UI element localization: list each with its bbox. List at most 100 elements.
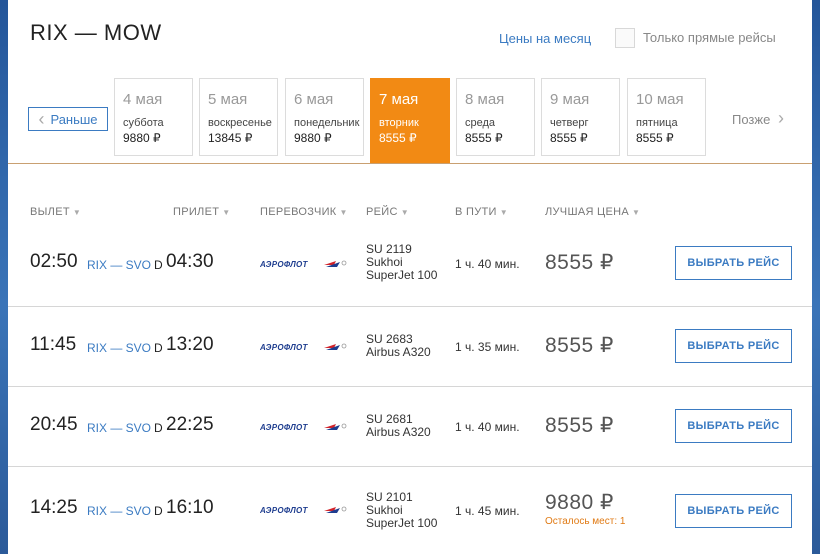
terminal-label: D	[154, 421, 163, 435]
flight-duration: 1 ч. 35 мин.	[455, 340, 520, 354]
caret-down-icon: ▼	[339, 208, 348, 217]
date-card-price: 9880 ₽	[294, 131, 332, 145]
aeroflot-logo: АЭРОФЛОТ	[260, 423, 347, 432]
date-card-date: 4 мая	[123, 91, 163, 108]
aircraft-line-2: SuperJet 100	[366, 268, 438, 282]
search-results-panel: RIX — MOW Цены на месяц Только прямые ре…	[8, 0, 812, 554]
aircraft-line-1: Airbus A320	[366, 345, 431, 359]
earlier-button[interactable]: ‹ Раньше	[28, 107, 108, 131]
aeroflot-logo: АЭРОФЛОТ	[260, 343, 347, 352]
column-label: РЕЙС	[366, 206, 398, 218]
date-card-price: 8555 ₽	[465, 131, 503, 145]
header-divider	[8, 163, 812, 164]
date-card-weekday: четверг	[550, 117, 589, 129]
arrival-time: 13:20	[166, 334, 214, 355]
date-card-selected[interactable]: 7 мая вторник 8555 ₽	[370, 78, 450, 164]
select-flight-button[interactable]: ВЫБРАТЬ РЕЙС	[675, 329, 792, 363]
date-card-weekday: пятница	[636, 117, 678, 129]
aeroflot-logo: АЭРОФЛОТ	[260, 260, 347, 269]
route-airports: RIX — SVO D	[87, 504, 163, 518]
logo-text: АЭРОФЛОТ	[260, 260, 309, 269]
logo-text: АЭРОФЛОТ	[260, 343, 309, 352]
select-flight-button[interactable]: ВЫБРАТЬ РЕЙС	[675, 494, 792, 528]
caret-down-icon: ▼	[222, 208, 231, 217]
date-card-date: 8 мая	[465, 91, 505, 108]
date-card-price: 8555 ₽	[636, 131, 674, 145]
date-card-date: 5 мая	[208, 91, 248, 108]
sort-arrival[interactable]: ПРИЛЕТ ▼	[173, 206, 230, 218]
select-flight-button[interactable]: ВЫБРАТЬ РЕЙС	[675, 409, 792, 443]
flight-duration: 1 ч. 40 мин.	[455, 257, 520, 271]
earlier-label: Раньше	[50, 111, 98, 127]
flight-duration: 1 ч. 40 мин.	[455, 420, 520, 434]
sort-duration[interactable]: В ПУТИ ▼	[455, 206, 508, 218]
flight-info: SU 2101 Sukhoi SuperJet 100	[366, 491, 437, 530]
direct-only-checkbox[interactable]	[615, 28, 635, 48]
date-card[interactable]: 4 мая суббота 9880 ₽	[114, 78, 193, 156]
route-label: RIX — SVO	[87, 504, 152, 518]
sort-departure[interactable]: ВЫЛЕТ ▼	[30, 206, 81, 218]
column-label: В ПУТИ	[455, 206, 497, 218]
sort-flight[interactable]: РЕЙС ▼	[366, 206, 409, 218]
column-label: ПЕРЕВОЗЧИК	[260, 206, 337, 218]
arrival-time: 22:25	[166, 414, 214, 435]
date-card-price: 8555 ₽	[379, 131, 417, 145]
date-card-price: 13845 ₽	[208, 131, 253, 145]
arrival-time: 16:10	[166, 497, 214, 518]
date-card[interactable]: 6 мая понедельник 9880 ₽	[285, 78, 364, 156]
flight-price: 9880 ₽	[545, 491, 614, 514]
departure-time: 20:45	[30, 414, 78, 435]
terminal-label: D	[154, 341, 163, 355]
date-card[interactable]: 8 мая среда 8555 ₽	[456, 78, 535, 156]
sort-best-price[interactable]: ЛУЧШАЯ ЦЕНА ▼	[545, 206, 640, 218]
flight-row: 20:45 RIX — SVO D 22:25 АЭРОФЛОТ SU 2681 …	[8, 387, 812, 467]
later-label: Позже	[732, 112, 771, 127]
month-prices-link[interactable]: Цены на месяц	[499, 31, 591, 46]
date-card[interactable]: 10 мая пятница 8555 ₽	[627, 78, 706, 156]
chevron-left-icon: ‹	[38, 108, 45, 129]
column-label: ПРИЛЕТ	[173, 206, 220, 218]
date-card-weekday: суббота	[123, 117, 164, 129]
sort-carrier[interactable]: ПЕРЕВОЗЧИК ▼	[260, 206, 348, 218]
direct-only-label[interactable]: Только прямые рейсы	[643, 30, 776, 45]
aircraft-line-1: Airbus A320	[366, 425, 431, 439]
date-card[interactable]: 5 мая воскресенье 13845 ₽	[199, 78, 278, 156]
arrival-time: 04:30	[166, 251, 214, 272]
date-card-weekday: воскресенье	[208, 117, 272, 129]
route-airports: RIX — SVO D	[87, 258, 163, 272]
flight-info: SU 2681 Airbus A320	[366, 413, 431, 439]
route-label: RIX — SVO	[87, 421, 152, 435]
date-card-date: 7 мая	[379, 91, 419, 108]
departure-time: 11:45	[30, 334, 77, 355]
later-button[interactable]: Позже ›	[732, 109, 784, 127]
date-card[interactable]: 9 мая четверг 8555 ₽	[541, 78, 620, 156]
date-card-date: 10 мая	[636, 91, 684, 108]
departure-time: 14:25	[30, 497, 78, 518]
caret-down-icon: ▼	[632, 208, 641, 217]
flight-info: SU 2683 Airbus A320	[366, 333, 431, 359]
select-flight-button[interactable]: ВЫБРАТЬ РЕЙС	[675, 246, 792, 280]
date-card-date: 6 мая	[294, 91, 334, 108]
date-card-weekday: понедельник	[294, 117, 360, 129]
terminal-label: D	[154, 504, 163, 518]
date-card-weekday: среда	[465, 117, 496, 129]
route-label: RIX — SVO	[87, 341, 152, 355]
aeroflot-logo: АЭРОФЛОТ	[260, 506, 347, 515]
column-label: ЛУЧШАЯ ЦЕНА	[545, 206, 630, 218]
route-airports: RIX — SVO D	[87, 421, 163, 435]
flight-price: 8555 ₽	[545, 414, 614, 437]
flight-price: 8555 ₽	[545, 251, 614, 274]
caret-down-icon: ▼	[400, 208, 409, 217]
date-card-date: 9 мая	[550, 91, 590, 108]
date-card-weekday: вторник	[379, 117, 419, 129]
route-title: RIX — MOW	[30, 20, 162, 45]
terminal-label: D	[154, 258, 163, 272]
date-card-price: 8555 ₽	[550, 131, 588, 145]
column-label: ВЫЛЕТ	[30, 206, 70, 218]
seats-remaining: Осталось мест: 1	[545, 516, 626, 527]
departure-time: 02:50	[30, 251, 78, 272]
caret-down-icon: ▼	[72, 208, 82, 217]
route-label: RIX — SVO	[87, 258, 152, 272]
aircraft-line-2: SuperJet 100	[366, 516, 438, 530]
flight-row: 11:45 RIX — SVO D 13:20 АЭРОФЛОТ SU 2683 …	[8, 307, 812, 387]
